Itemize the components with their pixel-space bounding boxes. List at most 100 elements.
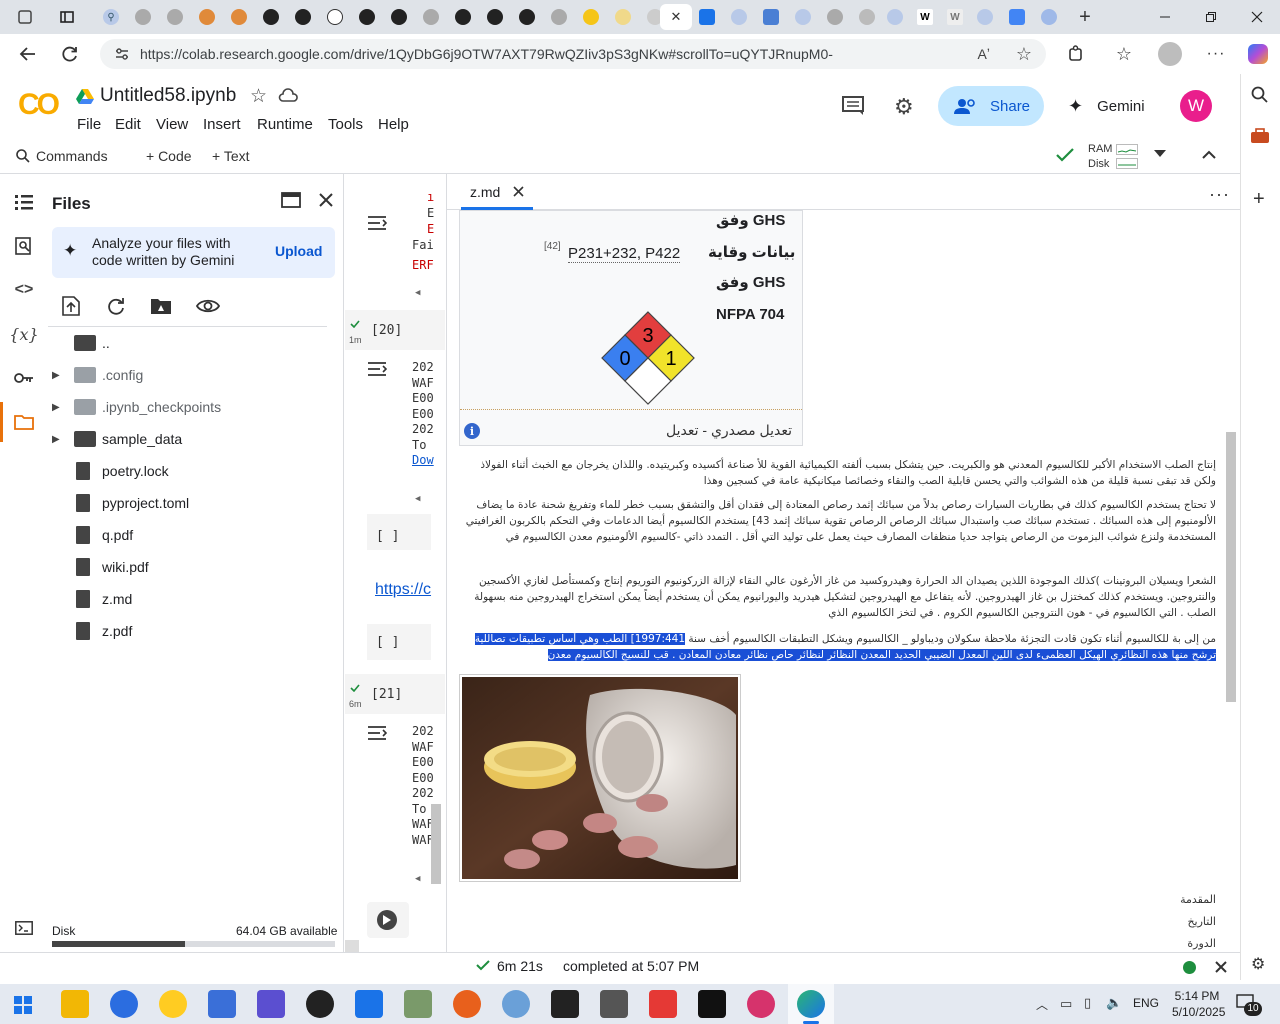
- resources-indicator[interactable]: RAM Disk: [1088, 142, 1112, 172]
- notebook-name[interactable]: Untitled58.ipynb: [100, 85, 236, 107]
- taskbar-emoji-icon[interactable]: [159, 990, 187, 1018]
- tab-github-favicon[interactable]: [384, 4, 414, 30]
- toc-link[interactable]: المقدمة: [458, 892, 1216, 908]
- runtime-dropdown-icon[interactable]: [1154, 150, 1166, 158]
- toc-link[interactable]: التاريخ: [458, 914, 1216, 930]
- sidebar-settings-icon[interactable]: ⚙: [1251, 954, 1265, 974]
- taskbar-app-icon[interactable]: [453, 990, 481, 1018]
- taskbar-app-icon[interactable]: [600, 990, 628, 1018]
- scroll-left-icon[interactable]: ◀: [415, 492, 420, 508]
- files-folder-icon[interactable]: [0, 402, 48, 442]
- toc-icon[interactable]: [0, 182, 48, 222]
- tab-globe-favicon[interactable]: [320, 4, 350, 30]
- taskbar-app-icon[interactable]: [355, 990, 383, 1018]
- language-indicator[interactable]: ENG: [1133, 996, 1159, 1010]
- find-replace-icon[interactable]: [0, 226, 48, 266]
- new-tab-button[interactable]: +: [1070, 4, 1100, 30]
- menu-file[interactable]: File: [77, 116, 101, 133]
- menu-insert[interactable]: Insert: [203, 116, 241, 133]
- terminal-icon[interactable]: [0, 908, 48, 948]
- tab-actions-icon[interactable]: [10, 4, 40, 30]
- site-info-icon[interactable]: [114, 46, 130, 62]
- code-snippets-icon[interactable]: <>: [0, 270, 48, 310]
- file-row-poetry-lock[interactable]: poetry.lock: [48, 455, 169, 487]
- file-row-pyproject[interactable]: pyproject.toml: [48, 487, 189, 519]
- upload-file-icon[interactable]: [62, 296, 80, 316]
- tab-github-favicon[interactable]: [160, 4, 190, 30]
- gemini-button[interactable]: ✦ Gemini: [1068, 96, 1145, 117]
- tab-github-favicon[interactable]: [512, 4, 542, 30]
- tab-search-favicon[interactable]: [970, 4, 1000, 30]
- variables-icon[interactable]: {x}: [0, 314, 48, 354]
- sidebar-add-icon[interactable]: +: [1253, 188, 1265, 211]
- colab-logo[interactable]: CO: [18, 88, 60, 122]
- file-row-parent[interactable]: ..: [48, 327, 110, 359]
- read-aloud-icon[interactable]: Aʼ: [978, 46, 990, 62]
- tab-search-favicon[interactable]: [1034, 4, 1064, 30]
- star-icon[interactable]: ☆: [250, 85, 267, 108]
- add-text-button[interactable]: + Text: [212, 148, 250, 164]
- file-row-sample-data[interactable]: ▶ sample_data: [48, 423, 182, 455]
- taskbar-app-icon[interactable]: [306, 990, 334, 1018]
- tab-puzzle-favicon[interactable]: [756, 4, 786, 30]
- share-button[interactable]: Share: [938, 86, 1044, 126]
- account-avatar[interactable]: W: [1180, 90, 1212, 122]
- tab-emoji-favicon[interactable]: [576, 4, 606, 30]
- tab-translate-favicon[interactable]: [1002, 4, 1032, 30]
- tab-github-favicon[interactable]: [448, 4, 478, 30]
- info-icon[interactable]: i: [464, 423, 480, 439]
- open-in-tab-icon[interactable]: [281, 192, 301, 208]
- tab-wikipedia-favicon[interactable]: W: [910, 4, 940, 30]
- extensions-icon[interactable]: [1064, 42, 1088, 66]
- sidebar-tools-icon[interactable]: [1250, 128, 1270, 144]
- menu-help[interactable]: Help: [378, 116, 409, 133]
- menu-runtime[interactable]: Runtime: [257, 116, 313, 133]
- refresh-files-icon[interactable]: [106, 296, 126, 316]
- p-codes[interactable]: P231+232, P422: [568, 245, 681, 263]
- taskbar-edge-active[interactable]: [788, 984, 834, 1024]
- output-icon[interactable]: [367, 724, 387, 742]
- tab-wikipedia-favicon[interactable]: W: [940, 4, 970, 30]
- taskbar-paint-icon[interactable]: [502, 990, 530, 1018]
- viewer-scrollbar[interactable]: [1226, 432, 1236, 702]
- sidebar-search-icon[interactable]: [1251, 86, 1269, 104]
- upload-button[interactable]: Upload: [275, 243, 322, 259]
- file-row-wiki-pdf[interactable]: wiki.pdf: [48, 551, 149, 583]
- output-scrollbar[interactable]: [431, 804, 441, 884]
- expand-triangle-icon[interactable]: ▶: [52, 434, 66, 445]
- scroll-left-icon[interactable]: ◀: [415, 286, 420, 302]
- tab-github-favicon[interactable]: [352, 4, 382, 30]
- file-row-z-pdf[interactable]: z.pdf: [48, 615, 132, 647]
- minimize-button[interactable]: [1142, 0, 1188, 34]
- menu-view[interactable]: View: [156, 116, 188, 133]
- edit-source-link[interactable]: تعديل مصدري - تعديل: [666, 422, 792, 439]
- taskbar-app-icon[interactable]: [649, 990, 677, 1018]
- tab-github-favicon[interactable]: [480, 4, 510, 30]
- tab-github-favicon[interactable]: [820, 4, 850, 30]
- active-tab-close-button[interactable]: ✕: [660, 4, 692, 30]
- file-row-z-md[interactable]: z.md: [48, 583, 132, 615]
- secrets-key-icon[interactable]: [0, 358, 48, 398]
- tab-face-favicon[interactable]: [852, 4, 882, 30]
- commands-button[interactable]: Commands: [16, 148, 108, 164]
- close-panel-icon[interactable]: [318, 192, 334, 208]
- url-field[interactable]: https://colab.research.google.com/drive/…: [100, 39, 1046, 69]
- h-scrollbar[interactable]: [345, 940, 359, 952]
- mount-drive-icon[interactable]: [150, 297, 172, 315]
- back-arrow-icon[interactable]: [16, 42, 40, 66]
- menu-edit[interactable]: Edit: [115, 116, 141, 133]
- profile-avatar[interactable]: [1158, 42, 1182, 66]
- taskbar-app-icon[interactable]: [404, 990, 432, 1018]
- viewer-more-icon[interactable]: ···: [1209, 184, 1230, 205]
- close-icon[interactable]: [513, 186, 524, 197]
- notification-center[interactable]: 10: [1236, 994, 1264, 1016]
- favorite-star-icon[interactable]: ☆: [1016, 44, 1032, 65]
- network-icon[interactable]: ▯: [1084, 995, 1091, 1011]
- clock[interactable]: 5:14 PM 5/10/2025: [1172, 988, 1225, 1020]
- copilot-icon[interactable]: [1246, 42, 1270, 66]
- taskbar-app-icon[interactable]: [110, 990, 138, 1018]
- output-icon[interactable]: [367, 214, 387, 232]
- tray-chevron-icon[interactable]: ︿: [1036, 996, 1048, 1013]
- favorites-icon[interactable]: ☆: [1112, 42, 1136, 66]
- tab-search-favicon[interactable]: [724, 4, 754, 30]
